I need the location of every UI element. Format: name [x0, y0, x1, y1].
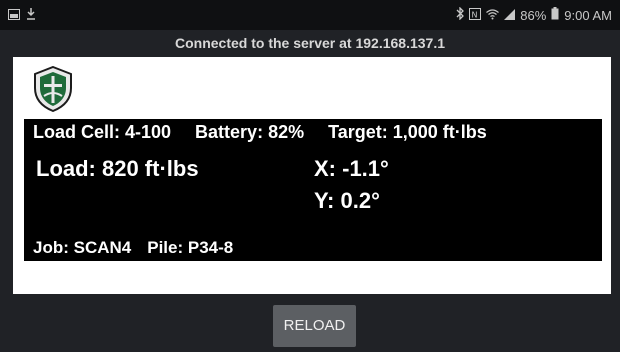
svg-text:N: N: [472, 10, 478, 19]
battery-icon: [551, 7, 559, 24]
status-bar-left: [8, 8, 36, 23]
load-value: Load: 820 ft·lbs: [36, 156, 199, 181]
y-angle-value: Y: 0.2°: [314, 188, 380, 213]
connection-message: Connected to the server at 192.168.137.1: [174, 35, 446, 51]
battery-label: Battery: 82%: [195, 122, 305, 142]
load-cell-label: Load Cell: 4-100: [33, 122, 172, 142]
x-angle-value: X: -1.1°: [314, 156, 389, 181]
image-icon: [8, 8, 20, 23]
display-header-line: Load Cell: 4-100 Battery: 82% Target: 1,00…: [33, 122, 511, 143]
wifi-icon: [486, 8, 500, 24]
status-time: 9:00 AM: [564, 7, 612, 23]
bluetooth-icon: [456, 6, 465, 24]
reload-button[interactable]: RELOAD: [273, 305, 356, 347]
target-label: Target: 1,000 ft·lbs: [328, 122, 487, 142]
status-bar: N 86% 9:00 AM: [0, 0, 620, 30]
battery-percentage: 86%: [520, 7, 547, 23]
job-label: Job: SCAN4: [33, 238, 132, 257]
readout-display: Load Cell: 4-100 Battery: 82% Target: 1,00…: [24, 119, 602, 261]
display-footer-line: Job: SCAN4 Pile: P34-8: [33, 238, 249, 258]
status-bar-right: N 86% 9:00 AM: [456, 6, 612, 24]
app-screen: N 86% 9:00 AM Connected to the server at…: [0, 0, 620, 352]
download-icon: [26, 8, 36, 23]
nfc-icon: N: [469, 7, 482, 24]
shield-logo-icon: [33, 65, 73, 113]
signal-icon: [504, 8, 516, 24]
content-panel: Load Cell: 4-100 Battery: 82% Target: 1,00…: [13, 57, 611, 294]
pile-label: Pile: P34-8: [147, 238, 234, 257]
